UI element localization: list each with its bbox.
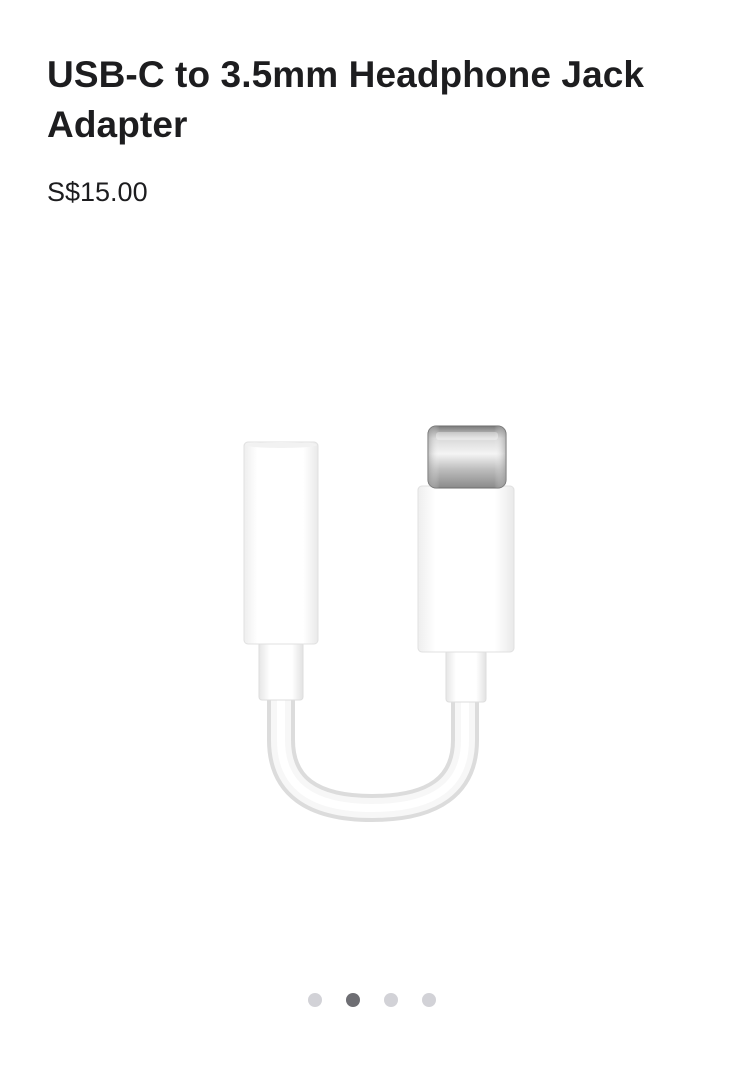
pager-dot-4[interactable] (421, 993, 436, 1007)
image-pager (0, 993, 743, 1009)
product-image (243, 425, 515, 823)
pager-dot-1[interactable] (307, 993, 322, 1007)
headphone-jack-end (243, 441, 319, 701)
pager-dot-3[interactable] (383, 993, 398, 1007)
pager-dot-2-active[interactable] (345, 993, 360, 1007)
product-title: USB-C to 3.5mm Headphone Jack Adapter (47, 54, 645, 145)
usb-c-plug-end (417, 425, 515, 703)
product-price: S$15.00 (47, 177, 148, 207)
product-gallery[interactable] (0, 240, 743, 960)
